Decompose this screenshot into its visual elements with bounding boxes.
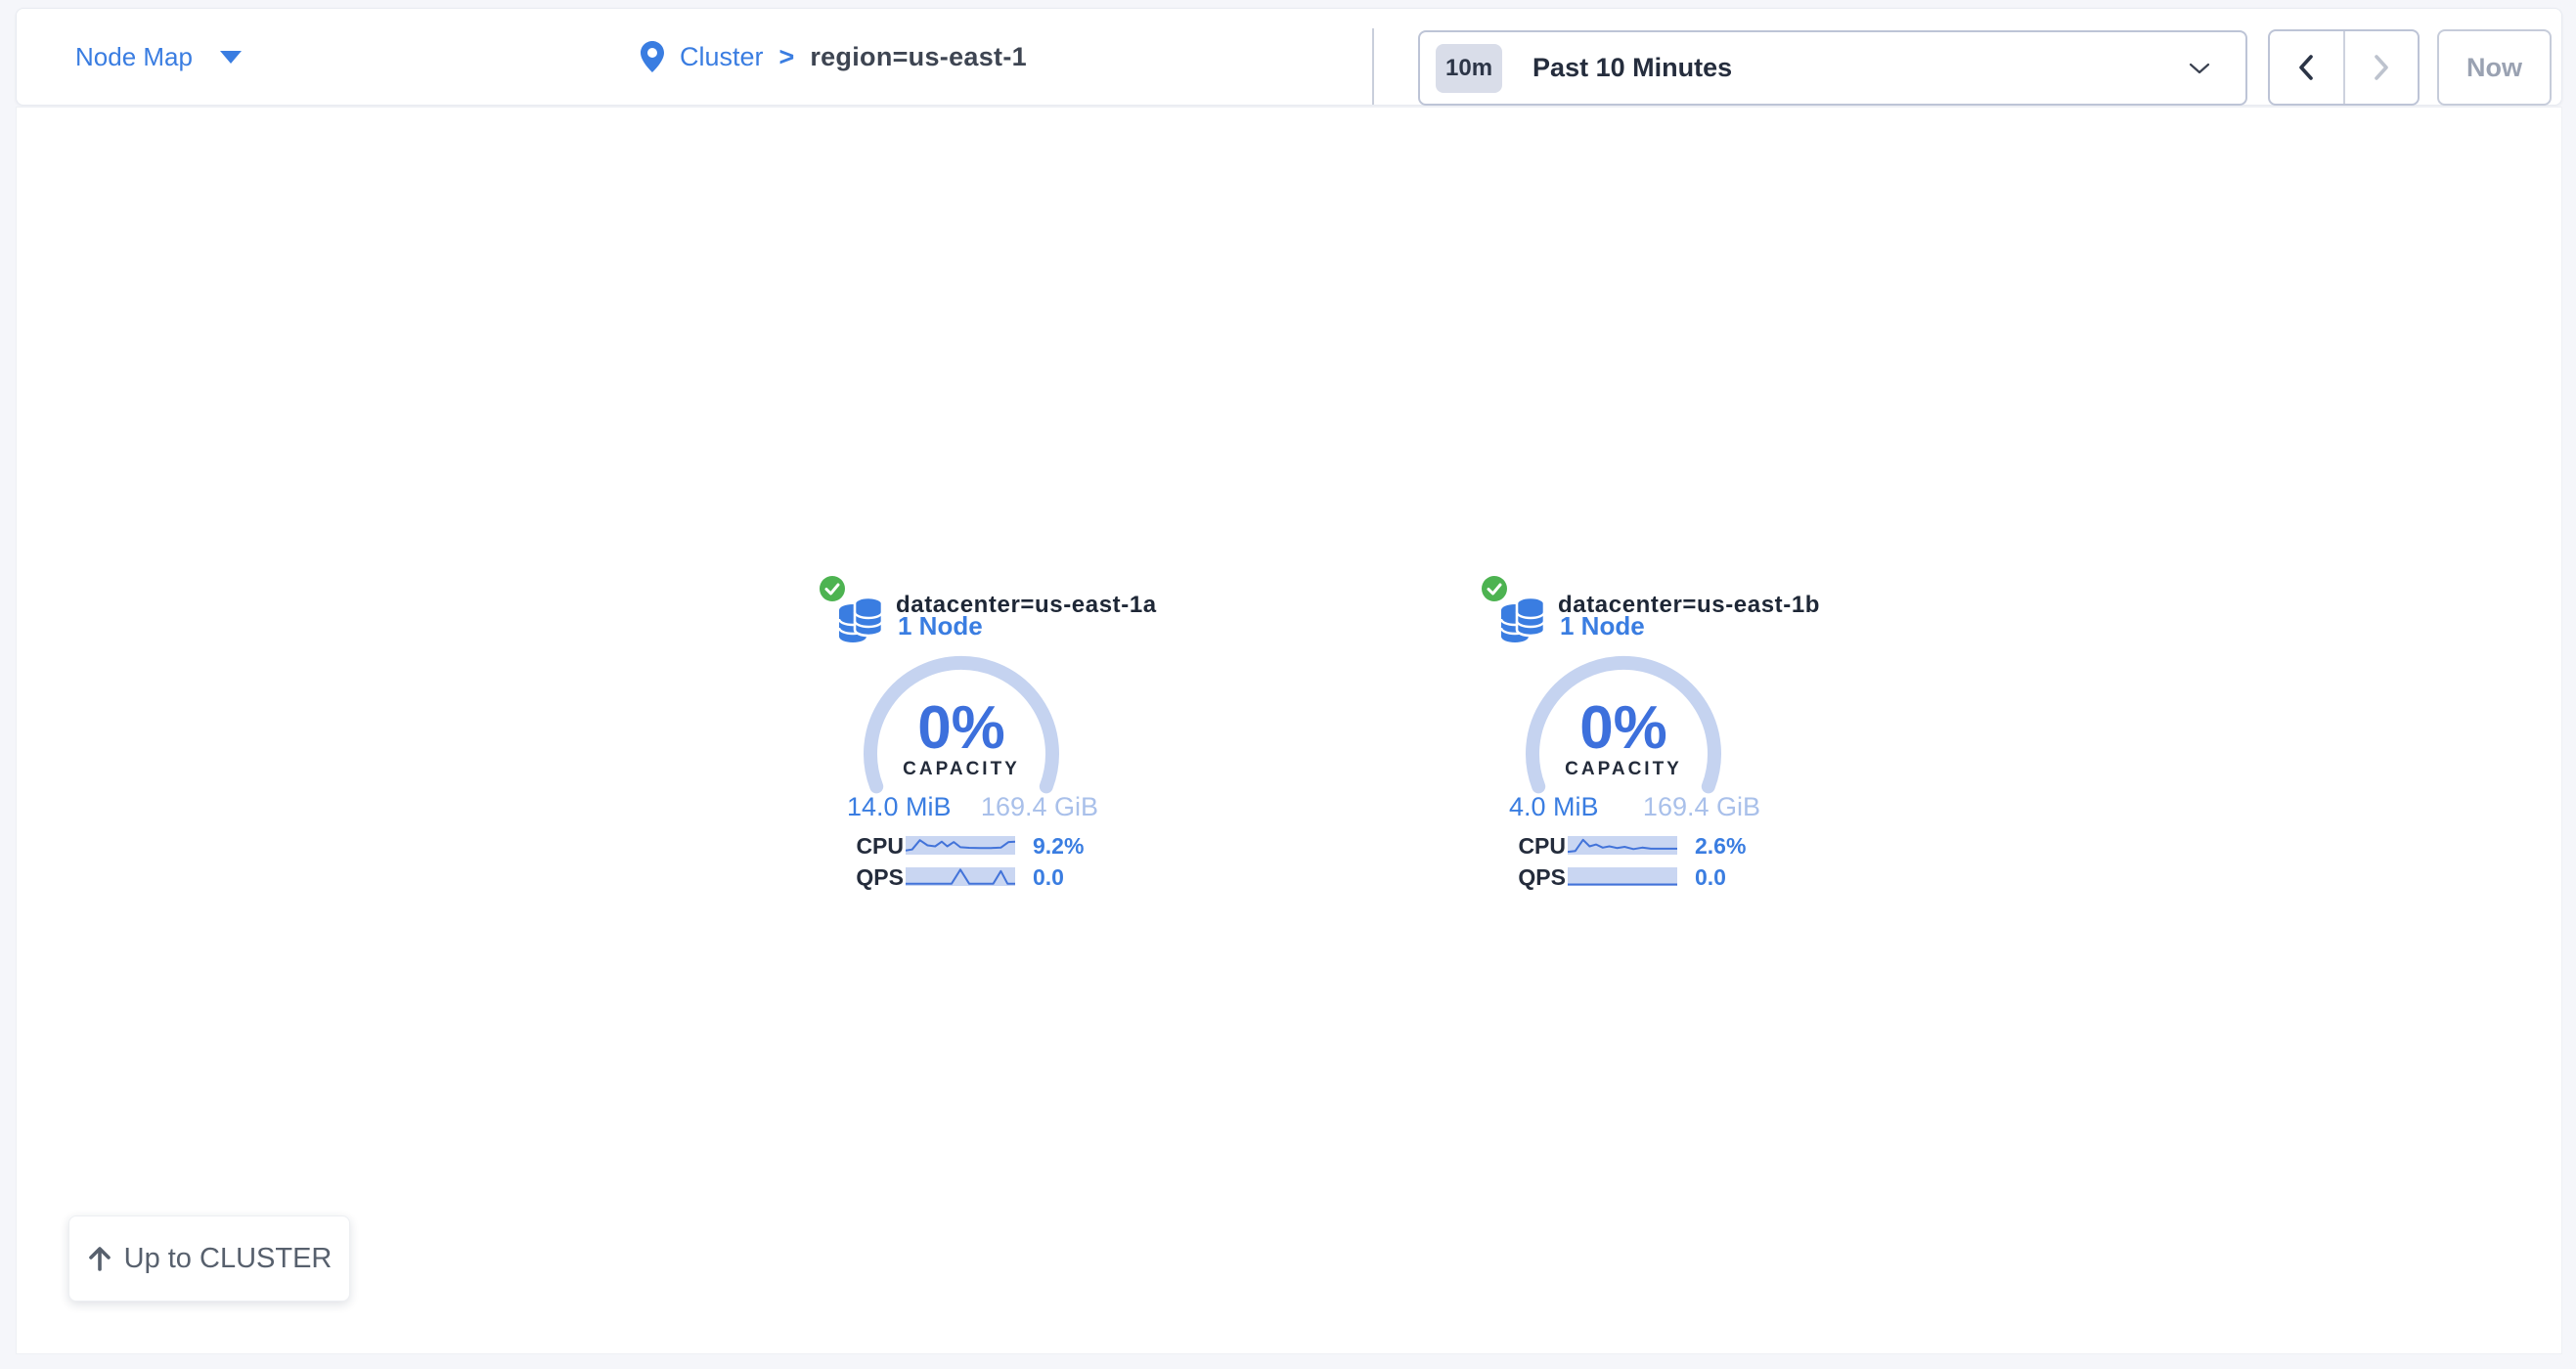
locality-card[interactable]: datacenter=us-east-1b 1 Node 0% CAPACITY…	[1475, 573, 1778, 898]
view-selector-label: Node Map	[75, 42, 193, 72]
qps-label: QPS	[850, 864, 904, 891]
capacity-used: 14.0 MiB	[847, 792, 952, 822]
chevron-left-icon	[2296, 54, 2316, 81]
cpu-sparkline	[1568, 836, 1677, 855]
cpu-label: CPU	[1512, 833, 1566, 860]
cpu-value: 2.6%	[1695, 833, 1746, 860]
view-selector-dropdown[interactable]: Node Map	[75, 9, 242, 105]
database-stack-icon	[838, 594, 885, 646]
capacity-percent: 0%	[864, 698, 1059, 759]
up-to-cluster-button[interactable]: Up to CLUSTER	[68, 1215, 350, 1302]
capacity-label: CAPACITY	[864, 759, 1059, 780]
time-next-button[interactable]	[2343, 31, 2419, 104]
database-stack-icon	[1500, 594, 1547, 646]
header-divider	[1372, 28, 1374, 105]
cpu-sparkline	[906, 836, 1015, 855]
cpu-value: 9.2%	[1033, 833, 1084, 860]
time-prev-button[interactable]	[2270, 31, 2343, 104]
breadcrumb-separator: >	[779, 42, 795, 72]
breadcrumb: Cluster > region=us-east-1	[641, 9, 1027, 105]
now-button[interactable]: Now	[2437, 29, 2552, 106]
capacity-total: 169.4 GiB	[950, 792, 1098, 822]
time-range-selector[interactable]: 10m Past 10 Minutes	[1418, 30, 2247, 106]
capacity-label: CAPACITY	[1526, 759, 1721, 780]
capacity-percent: 0%	[1526, 698, 1721, 759]
qps-sparkline	[1568, 867, 1677, 886]
cpu-label: CPU	[850, 833, 904, 860]
time-range-label: Past 10 Minutes	[1532, 53, 1732, 83]
qps-sparkline	[906, 867, 1015, 886]
locality-node-count: 1 Node	[1560, 611, 1645, 641]
chevron-down-icon	[2189, 63, 2210, 74]
caret-down-icon	[220, 51, 242, 64]
qps-value: 0.0	[1695, 864, 1726, 891]
breadcrumb-cluster-link[interactable]: Cluster	[680, 42, 764, 72]
capacity-used: 4.0 MiB	[1509, 792, 1599, 822]
arrow-up-icon	[87, 1245, 112, 1272]
locality-node-count: 1 Node	[898, 611, 983, 641]
header-bar: Node Map Cluster > region=us-east-1 10m …	[16, 8, 2562, 106]
chevron-right-icon	[2372, 54, 2391, 81]
locality-card[interactable]: datacenter=us-east-1a 1 Node 0% CAPACITY…	[813, 573, 1116, 898]
time-range-badge: 10m	[1436, 44, 1502, 93]
up-to-cluster-label: Up to CLUSTER	[124, 1243, 333, 1275]
breadcrumb-current: region=us-east-1	[810, 42, 1027, 72]
qps-label: QPS	[1512, 864, 1566, 891]
node-map-canvas: datacenter=us-east-1a 1 Node 0% CAPACITY…	[16, 107, 2562, 1354]
location-pin-icon	[641, 41, 664, 72]
capacity-total: 169.4 GiB	[1612, 792, 1760, 822]
qps-value: 0.0	[1033, 864, 1064, 891]
time-nav-group	[2268, 29, 2420, 106]
